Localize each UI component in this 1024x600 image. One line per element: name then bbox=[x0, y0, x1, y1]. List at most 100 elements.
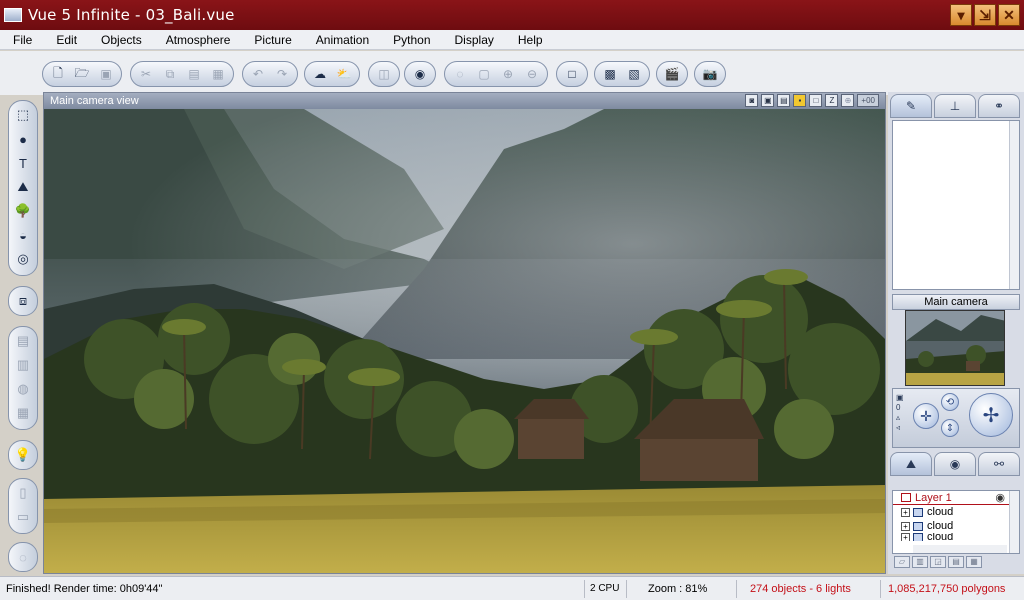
viewport-render-icon[interactable]: ▣ bbox=[761, 94, 775, 107]
list-item[interactable]: + cloud bbox=[893, 505, 1019, 519]
terrain-icon[interactable]: ⛰ bbox=[12, 176, 34, 198]
text-object-icon[interactable]: T bbox=[12, 152, 34, 174]
expand-icon[interactable]: + bbox=[901, 507, 910, 517]
menu-bar: File Edit Objects Atmosphere Picture Ani… bbox=[0, 30, 1024, 50]
material-icon[interactable]: ◫ bbox=[373, 64, 395, 84]
glow-icon[interactable]: ▭ bbox=[12, 506, 34, 528]
menu-edit[interactable]: Edit bbox=[49, 33, 84, 47]
menu-animation[interactable]: Animation bbox=[309, 33, 376, 47]
minimize-button[interactable]: ▾ bbox=[950, 4, 972, 26]
restore-button[interactable]: ⇲ bbox=[974, 4, 996, 26]
viewport-zoom-icon[interactable]: ⊕ bbox=[841, 94, 855, 107]
menu-help[interactable]: Help bbox=[511, 33, 550, 47]
orbit-control-icon[interactable]: ✢ bbox=[969, 393, 1013, 437]
tab-objects-icon[interactable]: ⛰ bbox=[890, 452, 932, 476]
camera-nav-side-buttons[interactable]: ▣ 0 ▵ ◃ bbox=[896, 393, 904, 433]
tab-materials-icon[interactable]: ◉ bbox=[934, 452, 976, 476]
plant-icon[interactable]: 🌳 bbox=[12, 200, 34, 222]
layer-settings-icon[interactable]: ◲ bbox=[930, 556, 946, 568]
zoom-out-icon[interactable]: ⊖ bbox=[521, 64, 543, 84]
render-preview-icon[interactable]: ◉ bbox=[409, 64, 431, 84]
boolean-subtract-icon[interactable]: ▥ bbox=[12, 354, 34, 376]
undo-icon[interactable]: ↶ bbox=[247, 64, 269, 84]
pan-control-icon[interactable]: ✛ bbox=[913, 403, 939, 429]
menu-python[interactable]: Python bbox=[386, 33, 437, 47]
new-file-icon[interactable]: 🗋 bbox=[47, 64, 69, 84]
zoom-control-icon[interactable]: ⇕ bbox=[941, 419, 959, 437]
atmosphere-editor-icon[interactable]: ☁ bbox=[309, 64, 331, 84]
menu-objects[interactable]: Objects bbox=[94, 33, 149, 47]
viewport-z-axis-icon[interactable]: Z bbox=[825, 94, 839, 107]
status-message: Finished! Render time: 0h09'44" bbox=[6, 583, 163, 595]
metablob-icon[interactable]: ◍ bbox=[12, 378, 34, 400]
boolean-union-icon[interactable]: ▤ bbox=[12, 330, 34, 352]
undo-toolbar-group: ↶ ↷ bbox=[242, 61, 298, 87]
layer-more-icon[interactable]: ▦ bbox=[966, 556, 982, 568]
cloud-layer-icon bbox=[913, 507, 923, 517]
new-layer-icon[interactable]: ▱ bbox=[894, 556, 910, 568]
animation-clapper-icon[interactable]: 🎬 bbox=[661, 64, 683, 84]
camera-toolbar-group: 📷 bbox=[694, 61, 726, 87]
sphere-primitive-icon[interactable]: ● bbox=[12, 128, 34, 150]
rock-icon[interactable]: ◒ bbox=[12, 224, 34, 246]
menu-picture[interactable]: Picture bbox=[247, 33, 298, 47]
atmosphere-toolbar-group: ☁ ⛅ bbox=[304, 61, 360, 87]
menu-display[interactable]: Display bbox=[448, 33, 501, 47]
light-bulb-icon[interactable]: 💡 bbox=[12, 444, 34, 466]
open-file-icon[interactable]: 🗁 bbox=[71, 64, 93, 84]
cut-icon[interactable]: ✂ bbox=[135, 64, 157, 84]
object-toolbox: ⬚ ● T ⛰ 🌳 ◒ ◎ ⧈ ▤ ▥ ◍ ▦ 💡 ▯ ▭ ◌ bbox=[8, 100, 38, 572]
layers-horizontal-scrollbar[interactable] bbox=[913, 545, 1007, 553]
viewport-title: Main camera view bbox=[50, 95, 139, 107]
rotate-control-icon[interactable]: ⟲ bbox=[941, 393, 959, 411]
app-icon bbox=[4, 8, 22, 22]
delete-layer-icon[interactable]: ▥ bbox=[912, 556, 928, 568]
redo-icon[interactable]: ↷ bbox=[271, 64, 293, 84]
viewport-zoom-value[interactable]: +00 bbox=[857, 94, 879, 107]
single-view-icon[interactable]: □ bbox=[561, 64, 583, 84]
close-button[interactable]: ✕ bbox=[998, 4, 1020, 26]
load-atmosphere-icon[interactable]: ⛅ bbox=[333, 64, 355, 84]
camera-preview-thumbnail[interactable] bbox=[905, 310, 1005, 386]
tab-numerics-icon[interactable]: ⊥ bbox=[934, 94, 976, 118]
duplicate-icon[interactable]: ▦ bbox=[207, 64, 229, 84]
viewport-color-toggle-icon[interactable]: ▪ bbox=[793, 94, 807, 107]
render-options-icon[interactable]: ▧ bbox=[623, 64, 645, 84]
layer-folder-icon bbox=[901, 493, 911, 502]
tab-animation-icon[interactable]: ⚭ bbox=[978, 94, 1020, 118]
paste-icon[interactable]: ▤ bbox=[183, 64, 205, 84]
properties-scrollbar[interactable] bbox=[1009, 121, 1019, 289]
lens-flare-icon[interactable]: ▯ bbox=[12, 482, 34, 504]
layers-scrollbar[interactable] bbox=[1009, 491, 1019, 553]
tab-aspect-icon[interactable]: ✎ bbox=[890, 94, 932, 118]
viewport-camera-icon[interactable]: ◙ bbox=[745, 94, 759, 107]
expand-icon[interactable]: + bbox=[901, 533, 910, 541]
hypertexture-icon[interactable]: ▦ bbox=[12, 402, 34, 424]
layer-options-icon[interactable]: ▤ bbox=[948, 556, 964, 568]
camera-snapshot-icon[interactable]: 📷 bbox=[699, 64, 721, 84]
list-item[interactable]: + cloud bbox=[893, 519, 1019, 533]
save-icon[interactable]: ▣ bbox=[95, 64, 117, 84]
viewport-outline-icon[interactable]: □ bbox=[809, 94, 823, 107]
zoom-in-icon[interactable]: ⊕ bbox=[497, 64, 519, 84]
expand-icon[interactable]: + bbox=[901, 521, 910, 531]
cube-primitive-icon[interactable]: ⬚ bbox=[12, 104, 34, 126]
layer-header[interactable]: Layer 1 ◉ bbox=[893, 491, 1019, 505]
world-browser-layers: Layer 1 ◉ + cloud + cloud + cloud bbox=[892, 490, 1020, 554]
copy-icon[interactable]: ⧉ bbox=[159, 64, 181, 84]
material-toolbar-group: ◫ bbox=[368, 61, 400, 87]
viewport-display-icon[interactable]: ▤ bbox=[777, 94, 791, 107]
camera-tool-icon[interactable]: ◌ bbox=[12, 546, 34, 568]
list-item[interactable]: + cloud bbox=[893, 533, 1019, 541]
group-objects-icon[interactable]: ⧈ bbox=[12, 290, 34, 312]
render-icon[interactable]: ▩ bbox=[599, 64, 621, 84]
main-camera-viewport[interactable]: Main camera view ◙ ▣ ▤ ▪ □ Z ⊕ +00 bbox=[43, 92, 886, 574]
cloud-layer-icon bbox=[913, 521, 923, 531]
tab-links-icon[interactable]: ⚯ bbox=[978, 452, 1020, 476]
menu-file[interactable]: File bbox=[6, 33, 39, 47]
select-region-icon[interactable]: ◌ bbox=[449, 64, 471, 84]
layer-visibility-eye-icon[interactable]: ◉ bbox=[995, 491, 1005, 505]
fit-view-icon[interactable]: ▢ bbox=[473, 64, 495, 84]
menu-atmosphere[interactable]: Atmosphere bbox=[159, 33, 238, 47]
object-browser-icon[interactable]: ◎ bbox=[12, 248, 34, 270]
